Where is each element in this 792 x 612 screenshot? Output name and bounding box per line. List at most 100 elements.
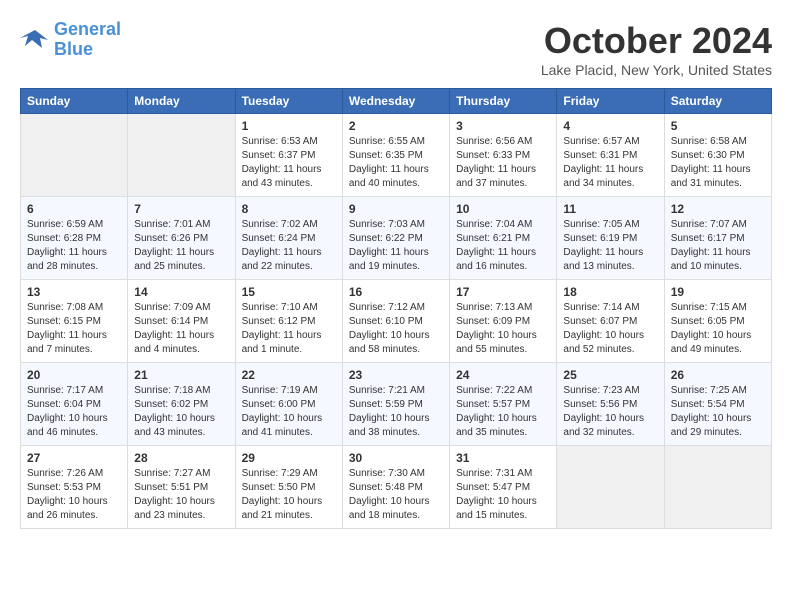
day-number: 1 [242, 119, 336, 133]
day-info: Sunrise: 7:21 AMSunset: 5:59 PMDaylight:… [349, 384, 443, 440]
calendar-header-row: SundayMondayTuesdayWednesdayThursdayFrid… [21, 89, 772, 114]
logo-text: GeneralBlue [54, 20, 121, 60]
header-friday: Friday [557, 89, 664, 114]
calendar-cell: 12 Sunrise: 7:07 AMSunset: 6:17 PMDayligh… [664, 197, 771, 280]
calendar-cell: 8Sunrise: 7:02 AMSunset: 6:24 PMDaylight… [235, 197, 342, 280]
day-number: 3 [456, 119, 550, 133]
calendar-cell: 26 Sunrise: 7:25 AMSunset: 5:54 PMDayligh… [664, 363, 771, 446]
calendar-cell: 15Sunrise: 7:10 AMSunset: 6:12 PMDayligh… [235, 280, 342, 363]
day-info: Sunrise: 7:07 AMSunset: 6:17 PMDaylight:… [671, 218, 765, 274]
day-info: Sunrise: 7:01 AMSunset: 6:26 PMDaylight:… [134, 218, 228, 274]
day-number: 25 [563, 368, 657, 382]
calendar-cell: 2 Sunrise: 6:55 AMSunset: 6:35 PMDaylight… [342, 114, 449, 197]
day-info: Sunrise: 7:30 AMSunset: 5:48 PMDaylight:… [349, 467, 443, 523]
calendar-cell: 5 Sunrise: 6:58 AMSunset: 6:30 PMDaylight… [664, 114, 771, 197]
day-number: 4 [563, 119, 657, 133]
day-info: Sunrise: 7:14 AMSunset: 6:07 PMDaylight:… [563, 301, 657, 357]
day-info: Sunrise: 6:58 AMSunset: 6:30 PMDaylight:… [671, 135, 765, 191]
logo-icon [20, 28, 50, 52]
day-info: Sunrise: 7:29 AMSunset: 5:50 PMDaylight:… [242, 467, 336, 523]
day-number: 8 [242, 202, 336, 216]
day-number: 12 [671, 202, 765, 216]
calendar-cell: 24 Sunrise: 7:22 AMSunset: 5:57 PMDayligh… [450, 363, 557, 446]
title-block: October 2024 Lake Placid, New York, Unit… [541, 20, 772, 78]
day-info: Sunrise: 7:23 AMSunset: 5:56 PMDaylight:… [563, 384, 657, 440]
day-number: 29 [242, 451, 336, 465]
day-info: Sunrise: 7:22 AMSunset: 5:57 PMDaylight:… [456, 384, 550, 440]
day-info: Sunrise: 7:25 AMSunset: 5:54 PMDaylight:… [671, 384, 765, 440]
calendar-cell: 4 Sunrise: 6:57 AMSunset: 6:31 PMDaylight… [557, 114, 664, 197]
logo: GeneralBlue [20, 20, 121, 60]
calendar-cell [21, 114, 128, 197]
calendar-cell: 14 Sunrise: 7:09 AMSunset: 6:14 PMDayligh… [128, 280, 235, 363]
day-number: 31 [456, 451, 550, 465]
header-sunday: Sunday [21, 89, 128, 114]
day-number: 18 [563, 285, 657, 299]
day-number: 6 [27, 202, 121, 216]
day-number: 20 [27, 368, 121, 382]
calendar-cell: 30 Sunrise: 7:30 AMSunset: 5:48 PMDayligh… [342, 446, 449, 529]
location-text: Lake Placid, New York, United States [541, 62, 772, 78]
calendar-cell: 22Sunrise: 7:19 AMSunset: 6:00 PMDayligh… [235, 363, 342, 446]
day-info: Sunrise: 7:26 AMSunset: 5:53 PMDaylight:… [27, 467, 121, 523]
day-number: 14 [134, 285, 228, 299]
day-number: 22 [242, 368, 336, 382]
calendar-cell [128, 114, 235, 197]
header-monday: Monday [128, 89, 235, 114]
calendar-cell: 13Sunrise: 7:08 AMSunset: 6:15 PMDayligh… [21, 280, 128, 363]
calendar-cell: 25 Sunrise: 7:23 AMSunset: 5:56 PMDayligh… [557, 363, 664, 446]
calendar-week-row: 20 Sunrise: 7:17 AMSunset: 6:04 PMDayligh… [21, 363, 772, 446]
calendar-cell: 10 Sunrise: 7:04 AMSunset: 6:21 PMDayligh… [450, 197, 557, 280]
day-number: 21 [134, 368, 228, 382]
calendar-cell: 7 Sunrise: 7:01 AMSunset: 6:26 PMDaylight… [128, 197, 235, 280]
day-info: Sunrise: 7:10 AMSunset: 6:12 PMDaylight:… [242, 301, 336, 357]
day-number: 2 [349, 119, 443, 133]
day-info: Sunrise: 7:04 AMSunset: 6:21 PMDaylight:… [456, 218, 550, 274]
calendar-cell: 27Sunrise: 7:26 AMSunset: 5:53 PMDayligh… [21, 446, 128, 529]
day-info: Sunrise: 7:15 AMSunset: 6:05 PMDaylight:… [671, 301, 765, 357]
day-info: Sunrise: 6:59 AMSunset: 6:28 PMDaylight:… [27, 218, 121, 274]
calendar-table: SundayMondayTuesdayWednesdayThursdayFrid… [20, 88, 772, 529]
calendar-cell: 17Sunrise: 7:13 AMSunset: 6:09 PMDayligh… [450, 280, 557, 363]
calendar-week-row: 13Sunrise: 7:08 AMSunset: 6:15 PMDayligh… [21, 280, 772, 363]
calendar-cell: 11Sunrise: 7:05 AMSunset: 6:19 PMDayligh… [557, 197, 664, 280]
day-number: 7 [134, 202, 228, 216]
day-info: Sunrise: 7:08 AMSunset: 6:15 PMDaylight:… [27, 301, 121, 357]
calendar-cell: 6 Sunrise: 6:59 AMSunset: 6:28 PMDaylight… [21, 197, 128, 280]
calendar-cell [557, 446, 664, 529]
day-info: Sunrise: 6:57 AMSunset: 6:31 PMDaylight:… [563, 135, 657, 191]
calendar-cell: 3 Sunrise: 6:56 AMSunset: 6:33 PMDaylight… [450, 114, 557, 197]
calendar-cell: 21Sunrise: 7:18 AMSunset: 6:02 PMDayligh… [128, 363, 235, 446]
day-number: 17 [456, 285, 550, 299]
calendar-week-row: 27Sunrise: 7:26 AMSunset: 5:53 PMDayligh… [21, 446, 772, 529]
calendar-cell: 9Sunrise: 7:03 AMSunset: 6:22 PMDaylight… [342, 197, 449, 280]
day-number: 5 [671, 119, 765, 133]
day-number: 30 [349, 451, 443, 465]
day-number: 10 [456, 202, 550, 216]
day-number: 23 [349, 368, 443, 382]
day-number: 16 [349, 285, 443, 299]
day-info: Sunrise: 7:09 AMSunset: 6:14 PMDaylight:… [134, 301, 228, 357]
header-tuesday: Tuesday [235, 89, 342, 114]
day-number: 19 [671, 285, 765, 299]
calendar-cell: 1 Sunrise: 6:53 AMSunset: 6:37 PMDaylight… [235, 114, 342, 197]
calendar-cell: 18 Sunrise: 7:14 AMSunset: 6:07 PMDayligh… [557, 280, 664, 363]
day-number: 26 [671, 368, 765, 382]
calendar-cell: 28Sunrise: 7:27 AMSunset: 5:51 PMDayligh… [128, 446, 235, 529]
page-header: GeneralBlue October 2024 Lake Placid, Ne… [20, 20, 772, 78]
day-number: 24 [456, 368, 550, 382]
day-info: Sunrise: 6:53 AMSunset: 6:37 PMDaylight:… [242, 135, 336, 191]
day-info: Sunrise: 7:17 AMSunset: 6:04 PMDaylight:… [27, 384, 121, 440]
header-saturday: Saturday [664, 89, 771, 114]
month-title: October 2024 [541, 20, 772, 62]
calendar-cell [664, 446, 771, 529]
calendar-cell: 19 Sunrise: 7:15 AMSunset: 6:05 PMDayligh… [664, 280, 771, 363]
day-info: Sunrise: 7:27 AMSunset: 5:51 PMDaylight:… [134, 467, 228, 523]
header-wednesday: Wednesday [342, 89, 449, 114]
calendar-week-row: 1 Sunrise: 6:53 AMSunset: 6:37 PMDaylight… [21, 114, 772, 197]
day-info: Sunrise: 6:56 AMSunset: 6:33 PMDaylight:… [456, 135, 550, 191]
day-info: Sunrise: 7:03 AMSunset: 6:22 PMDaylight:… [349, 218, 443, 274]
calendar-cell: 31Sunrise: 7:31 AMSunset: 5:47 PMDayligh… [450, 446, 557, 529]
day-info: Sunrise: 7:12 AMSunset: 6:10 PMDaylight:… [349, 301, 443, 357]
day-info: Sunrise: 6:55 AMSunset: 6:35 PMDaylight:… [349, 135, 443, 191]
